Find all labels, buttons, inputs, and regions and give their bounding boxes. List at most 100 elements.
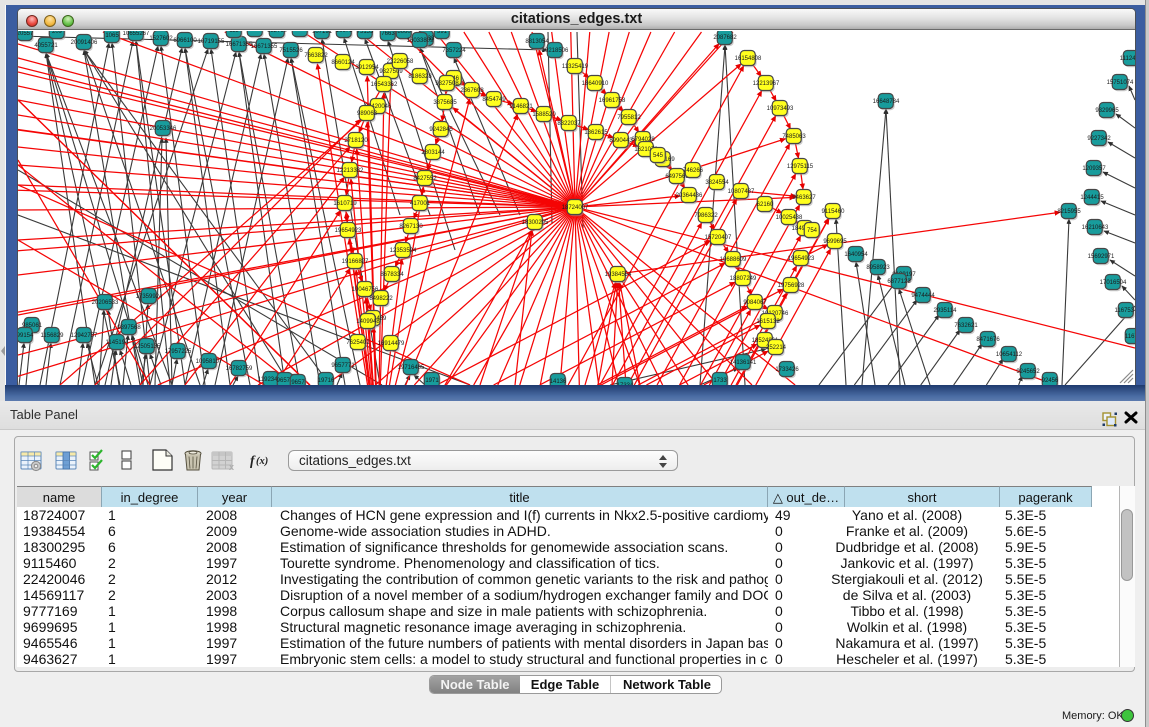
svg-text:3875685: 3875685 <box>433 100 457 106</box>
svg-text:19654923: 19654923 <box>788 256 815 262</box>
svg-text:16914479: 16914479 <box>378 341 405 347</box>
svg-text:7663: 7663 <box>381 31 395 37</box>
svg-text:19756928: 19756928 <box>778 283 805 289</box>
svg-text:11675: 11675 <box>1125 334 1135 340</box>
svg-text:12942757: 12942757 <box>71 333 98 339</box>
svg-text:15720407: 15720407 <box>705 235 732 241</box>
svg-text:115: 115 <box>229 31 239 34</box>
svg-text:12213382: 12213382 <box>337 168 364 174</box>
svg-text:15692971: 15692971 <box>1088 254 1115 260</box>
svg-text:16961758: 16961758 <box>599 98 626 104</box>
svg-text:8186328: 8186328 <box>408 74 432 80</box>
svg-text:9115460: 9115460 <box>822 209 846 215</box>
svg-text:8322037: 8322037 <box>557 121 581 127</box>
svg-text:18724007: 18724007 <box>562 205 589 211</box>
svg-text:252214: 252214 <box>766 345 787 351</box>
svg-text:1065: 1065 <box>105 33 119 39</box>
svg-text:1615132: 1615132 <box>756 319 780 325</box>
svg-text:754: 754 <box>807 228 818 234</box>
svg-text:1112453: 1112453 <box>1120 56 1135 62</box>
svg-text:7663822: 7663822 <box>304 53 328 59</box>
svg-text:1733: 1733 <box>713 378 727 384</box>
svg-text:18807249: 18807249 <box>730 276 757 282</box>
svg-text:8471676: 8471676 <box>976 337 1000 343</box>
svg-text:8678334: 8678334 <box>380 272 404 278</box>
svg-text:2367608: 2367608 <box>460 88 484 94</box>
svg-text:1588520: 1588520 <box>532 112 556 118</box>
svg-text:9227342: 9227342 <box>1087 136 1111 142</box>
svg-text:3912954: 3912954 <box>355 65 379 71</box>
svg-text:8660124: 8660124 <box>331 60 355 66</box>
svg-text:9327508: 9327508 <box>435 81 459 87</box>
svg-text:23226058: 23226058 <box>387 59 414 65</box>
svg-text:9084067: 9084067 <box>743 300 767 306</box>
svg-text:7632621: 7632621 <box>954 323 978 329</box>
svg-text:8454749: 8454749 <box>482 97 506 103</box>
svg-text:18300295: 18300295 <box>522 220 549 226</box>
svg-text:17957225: 17957225 <box>165 349 192 355</box>
svg-text:16782759: 16782759 <box>226 366 253 372</box>
svg-text:20091406: 20091406 <box>71 40 98 46</box>
svg-text:1362615: 1362615 <box>584 130 608 136</box>
svg-text:6966100: 6966100 <box>173 38 197 44</box>
svg-text:8958923: 8958923 <box>866 265 890 271</box>
svg-text:9657: 9657 <box>291 380 305 385</box>
svg-text:9463627: 9463627 <box>792 195 816 201</box>
svg-text:1971: 1971 <box>425 378 439 384</box>
svg-text:14136: 14136 <box>550 379 567 385</box>
svg-text:12505135: 12505135 <box>134 344 161 350</box>
svg-text:1409948: 1409948 <box>356 319 380 325</box>
svg-text:3824554: 3824554 <box>705 180 729 186</box>
svg-text:75155: 75155 <box>357 31 374 35</box>
svg-text:12213967: 12213967 <box>753 81 780 87</box>
svg-text:16543362: 16543362 <box>371 82 398 88</box>
svg-text:11325419: 11325419 <box>562 64 589 70</box>
svg-text:1527602: 1527602 <box>149 36 173 42</box>
svg-text:2803144: 2803144 <box>421 150 445 156</box>
svg-text:152760: 152760 <box>267 31 288 34</box>
svg-text:2087682: 2087682 <box>713 35 737 41</box>
svg-text:20206533: 20206533 <box>92 300 119 306</box>
svg-text:20053346: 20053346 <box>150 126 177 132</box>
svg-text:989063: 989063 <box>357 111 378 117</box>
svg-text:16671: 16671 <box>336 31 353 34</box>
svg-text:2935114: 2935114 <box>934 308 958 314</box>
svg-text:4055721: 4055721 <box>34 43 58 49</box>
svg-text:19166827: 19166827 <box>342 259 369 265</box>
svg-text:16648784: 16648784 <box>873 99 900 105</box>
svg-text:16210643: 16210643 <box>1082 225 1109 231</box>
svg-text:1244415: 1244415 <box>1080 195 1104 201</box>
svg-text:8813054: 8813054 <box>525 39 549 45</box>
svg-text:19716: 19716 <box>318 378 335 384</box>
svg-text:9146821: 9146821 <box>509 104 533 110</box>
svg-text:1065526: 1065526 <box>243 31 267 33</box>
svg-text:209: 209 <box>52 31 63 35</box>
svg-text:1733426: 1733426 <box>775 367 799 373</box>
svg-text:10025438: 10025438 <box>776 215 803 221</box>
svg-text:92456: 92456 <box>1042 378 1059 384</box>
svg-text:545: 545 <box>653 153 664 159</box>
svg-text:8427552: 8427552 <box>413 176 437 182</box>
svg-text:16671355: 16671355 <box>251 44 278 50</box>
svg-text:746266: 746266 <box>683 168 704 174</box>
svg-text:19716485: 19716485 <box>398 365 425 371</box>
svg-text:417001: 417001 <box>410 201 431 207</box>
svg-text:8498222: 8498222 <box>369 296 393 302</box>
svg-text:17016504: 17016504 <box>1100 280 1127 286</box>
svg-text:1640954: 1640954 <box>844 252 868 258</box>
svg-text:7485063: 7485063 <box>782 134 806 140</box>
svg-text:8990443: 8990443 <box>609 138 633 144</box>
svg-text:9329965: 9329965 <box>1095 108 1119 114</box>
svg-text:9474444: 9474444 <box>911 293 935 299</box>
svg-text:(x): (x) <box>256 456 268 467</box>
svg-text:18640910: 18640910 <box>582 81 609 87</box>
svg-text:19654923: 19654923 <box>335 228 362 234</box>
svg-text:1610719: 1610719 <box>333 201 357 207</box>
svg-text:16154808: 16154808 <box>735 56 762 62</box>
svg-text:9397568: 9397568 <box>117 325 141 331</box>
svg-text:20364436: 20364436 <box>676 193 703 199</box>
svg-text:10807487: 10807487 <box>728 189 755 195</box>
svg-text:15751074: 15751074 <box>1107 80 1134 86</box>
svg-text:17359924: 17359924 <box>136 294 163 300</box>
svg-text:7986322: 7986322 <box>694 213 718 219</box>
